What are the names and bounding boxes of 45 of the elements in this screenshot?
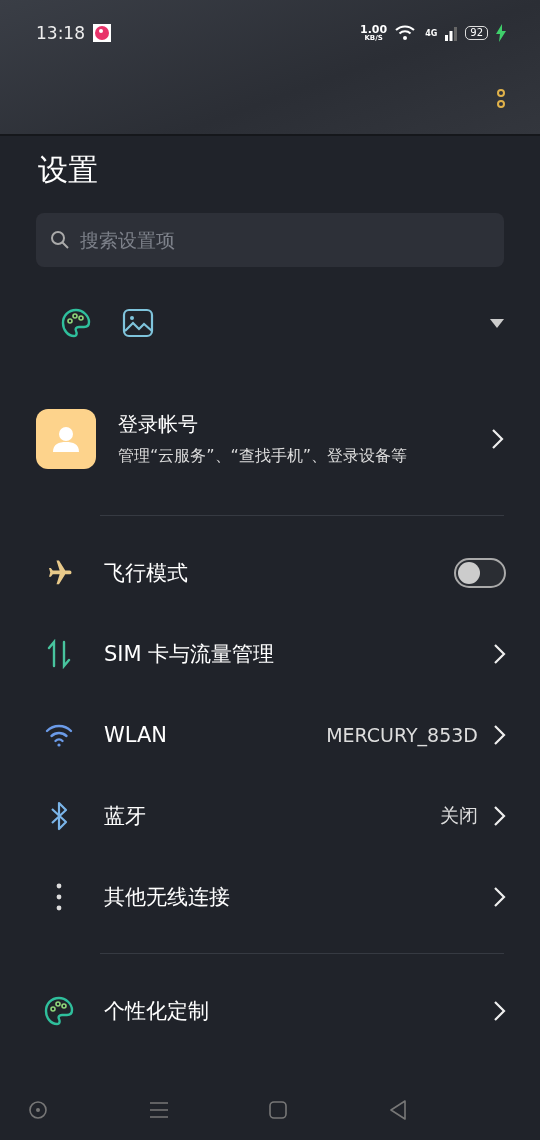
app-notification-icon: [93, 24, 111, 42]
row-label: 个性化定制: [104, 997, 210, 1025]
toggle-switch[interactable]: [454, 557, 506, 588]
settings-row[interactable]: 飞行模式: [0, 532, 540, 613]
signal-icon: [445, 25, 458, 41]
settings-row[interactable]: WLAN MERCURY_853D: [0, 694, 540, 775]
chevron-right-icon: [492, 998, 506, 1023]
network-speed: 1.00: [360, 24, 388, 35]
avatar-icon: [36, 409, 96, 469]
network-type: 4G: [425, 28, 438, 38]
row-label: WLAN: [104, 722, 169, 747]
up-down-arrows-icon: [46, 638, 72, 669]
page-title: 设置: [38, 151, 99, 189]
chevron-right-icon: [492, 803, 506, 828]
palette-icon: [60, 307, 92, 339]
status-time: 13:18: [36, 23, 85, 43]
image-icon[interactable]: [122, 308, 154, 338]
more-icon: [56, 882, 62, 911]
home-icon[interactable]: [268, 1100, 288, 1120]
palette-icon: [43, 994, 75, 1027]
account-title: 登录帐号: [118, 410, 199, 438]
row-label: 飞行模式: [104, 559, 189, 587]
menu-icon[interactable]: [148, 1100, 170, 1120]
row-label: 蓝牙: [104, 802, 147, 830]
back-icon[interactable]: [388, 1099, 408, 1121]
account-row[interactable]: 登录帐号 管理“云服务”、“查找手机”、登录设备等: [0, 379, 540, 499]
search-field[interactable]: 搜索设置项: [36, 213, 504, 267]
settings-row[interactable]: 蓝牙 关闭: [0, 775, 540, 856]
row-value: 关闭: [440, 802, 478, 828]
chevron-right-icon: [492, 722, 506, 747]
row-label: 其他无线连接: [104, 883, 231, 911]
chevron-right-icon: [490, 427, 504, 451]
row-value: MERCURY_853D: [326, 723, 478, 746]
assistant-icon[interactable]: [28, 1100, 48, 1120]
account-subtitle: 管理“云服务”、“查找手机”、登录设备等: [118, 444, 409, 467]
dropdown-caret-icon[interactable]: [490, 318, 504, 328]
settings-row[interactable]: 其他无线连接: [0, 856, 540, 937]
chevron-right-icon: [492, 884, 506, 909]
row-label: SIM 卡与流量管理: [104, 640, 276, 668]
more-icon[interactable]: [496, 88, 506, 110]
settings-row[interactable]: SIM 卡与流量管理: [0, 613, 540, 694]
search-icon: [50, 230, 70, 250]
battery-level: 92: [465, 26, 488, 40]
chevron-right-icon: [492, 641, 506, 666]
settings-row[interactable]: 个性化定制: [0, 970, 540, 1051]
